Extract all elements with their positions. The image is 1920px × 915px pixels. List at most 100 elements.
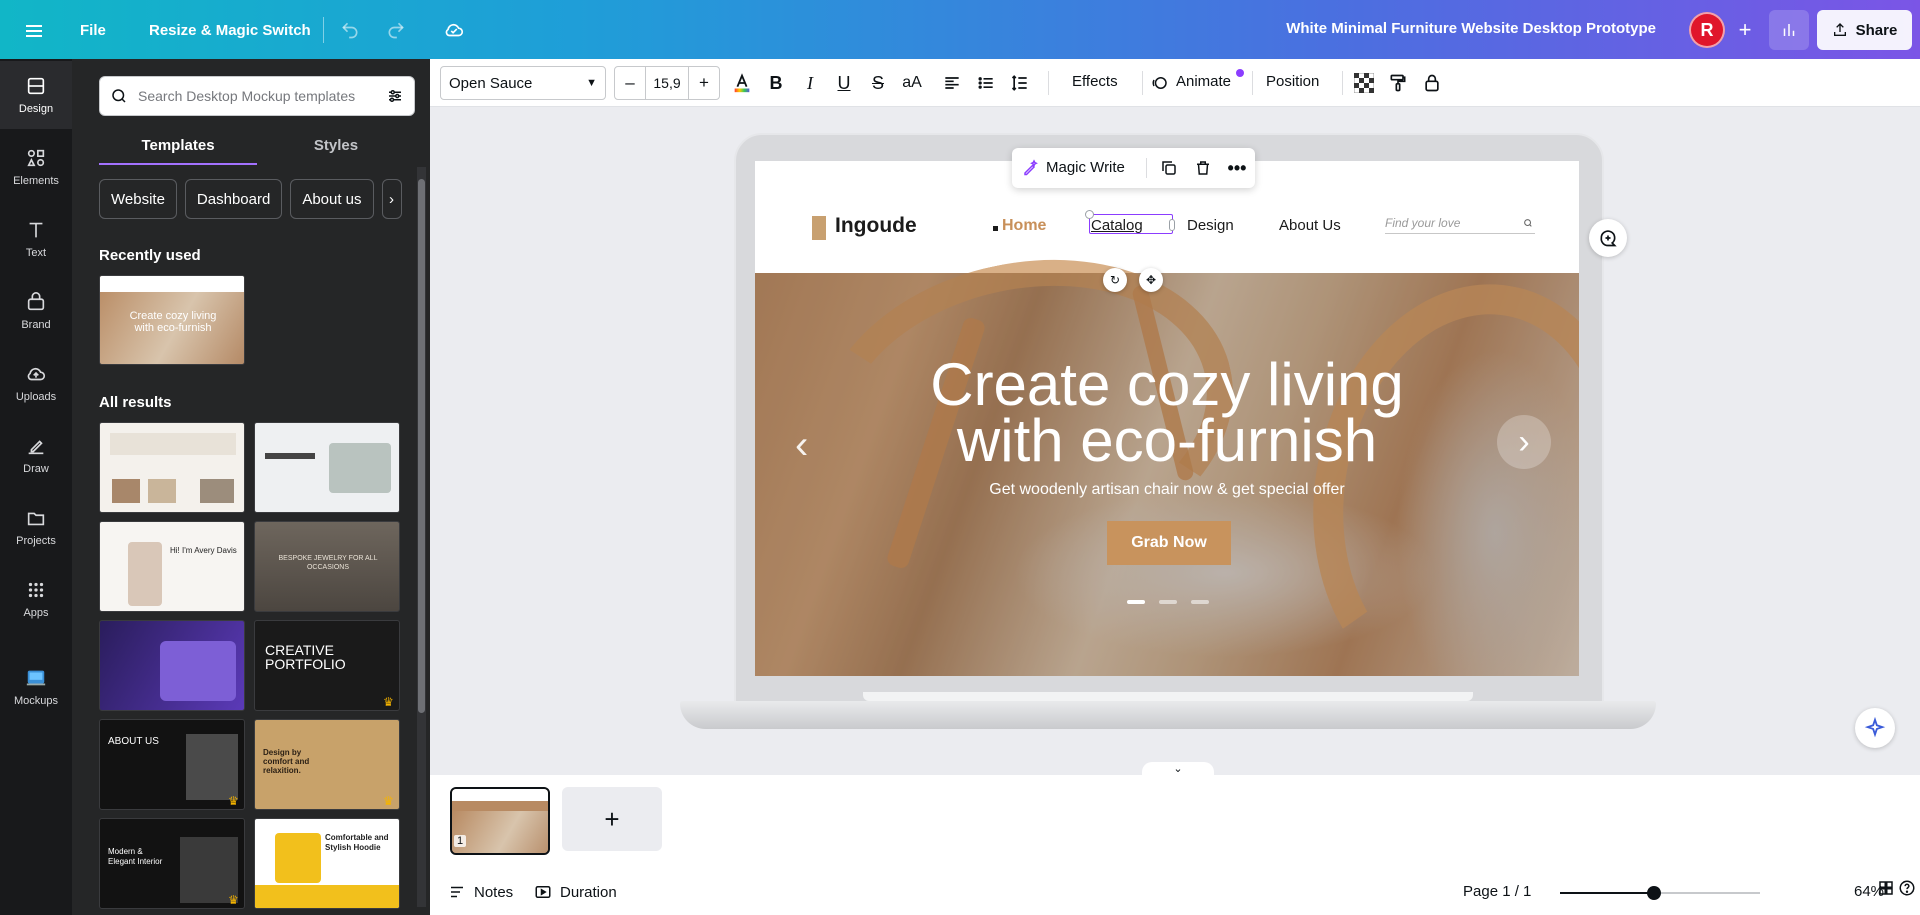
nav-active-dot [993,226,998,231]
website-mockup-screen[interactable]: Ingoude Home Catalog Design About Us Fin… [755,161,1579,676]
font-family-select[interactable]: Open Sauce ▼ [440,66,606,100]
document-title[interactable]: White Minimal Furniture Website Desktop … [1286,20,1656,37]
grab-now-button[interactable]: Grab Now [1107,521,1231,565]
duration-button[interactable]: Duration [534,883,617,901]
site-logo[interactable]: Ingoude [835,214,917,238]
increase-size-button[interactable]: + [689,73,719,93]
insights-button[interactable] [1769,10,1809,50]
template-thumb[interactable]: Modern & Elegant Interior ♛ [99,818,245,909]
chip-about-us[interactable]: About us [290,179,374,219]
page-indicator[interactable]: Page 1 / 1 [1463,883,1531,900]
align-left-icon[interactable] [938,69,966,97]
bold-icon[interactable]: B [762,69,790,97]
font-size-value[interactable]: 15,9 [645,67,689,99]
text-color-icon[interactable] [728,69,756,97]
carousel-dot[interactable] [1191,600,1209,604]
effects-button[interactable]: Effects [1072,73,1118,90]
undo-icon[interactable] [334,14,366,46]
duration-label: Duration [560,883,617,901]
duplicate-icon[interactable] [1157,156,1181,180]
recent-template-thumb[interactable]: Create cozy living with eco-furnish [99,275,245,365]
lock-icon[interactable] [1418,69,1446,97]
rail-label: Elements [13,175,59,187]
line-spacing-icon[interactable] [1006,69,1034,97]
hero-title-line1: Create cozy living [930,351,1404,418]
move-handle-icon[interactable]: ✥ [1139,268,1163,292]
selection-handle[interactable] [1085,210,1094,219]
font-size-stepper[interactable]: – 15,9 + [614,66,720,100]
zoom-slider-knob[interactable] [1646,886,1661,900]
delete-icon[interactable] [1191,156,1215,180]
rail-item-uploads[interactable]: Uploads [0,349,72,417]
rail-item-elements[interactable]: Elements [0,133,72,201]
template-thumb[interactable] [99,620,245,711]
uploads-icon [27,367,46,381]
letter-case-icon[interactable]: aA [898,69,926,97]
rail-item-apps[interactable]: Apps [0,565,72,633]
decrease-size-button[interactable]: – [615,73,645,93]
tab-templates[interactable]: Templates [99,129,257,165]
cloud-saved-icon[interactable] [438,14,470,46]
grid-view-icon[interactable] [1877,879,1895,897]
rail-item-brand[interactable]: Brand [0,277,72,345]
search-input[interactable]: Search Desktop Mockup templates [138,88,386,104]
user-avatar[interactable]: R [1689,12,1725,48]
chip-website[interactable]: Website [99,179,177,219]
menu-button[interactable] [16,12,52,48]
hero-title[interactable]: Create cozy living with eco-furnish [755,351,1579,471]
search-icon [112,89,126,103]
more-options-icon[interactable]: ••• [1225,156,1249,180]
template-thumb[interactable]: Design by comfort and relaxition. ♛ [254,719,400,810]
file-menu-button[interactable]: File [68,10,118,50]
notes-button[interactable]: Notes [448,883,513,901]
rail-item-projects[interactable]: Projects [0,493,72,561]
rail-item-text[interactable]: Text [0,205,72,273]
template-search[interactable]: Search Desktop Mockup templates [99,76,415,116]
tab-styles[interactable]: Styles [257,129,415,165]
add-page-button[interactable]: + [562,787,662,851]
collapse-pages-chevron-icon[interactable]: ⌄ [1142,762,1214,778]
underline-icon[interactable]: U [830,69,858,97]
chip-dashboard[interactable]: Dashboard [184,179,283,219]
add-comment-icon[interactable] [1589,219,1627,257]
position-button[interactable]: Position [1266,73,1319,90]
nav-home[interactable]: Home [1002,217,1046,235]
resize-magic-switch-button[interactable]: Resize & Magic Switch [137,10,323,50]
rotate-handle-icon[interactable]: ↻ [1103,268,1127,292]
rail-item-mockups[interactable]: Mockups [0,653,72,721]
chevron-right-icon[interactable]: › [381,179,402,219]
invite-plus-icon[interactable]: + [1727,12,1763,48]
redo-icon[interactable] [380,14,412,46]
template-thumb[interactable] [254,422,400,513]
panel-scroll-thumb[interactable] [418,179,425,713]
selection-handle[interactable] [1169,219,1175,231]
nav-about-us[interactable]: About Us [1279,217,1341,234]
strikethrough-icon[interactable]: S [864,69,892,97]
paint-roller-icon[interactable] [1384,69,1412,97]
transparency-icon[interactable] [1350,69,1378,97]
selection-box[interactable] [1089,214,1173,234]
animate-button[interactable]: Animate [1176,73,1231,90]
nav-design[interactable]: Design [1187,217,1234,234]
rail-label: Design [18,103,54,115]
carousel-dot[interactable] [1159,600,1177,604]
filter-icon[interactable] [386,87,404,105]
template-thumb[interactable]: CREATIVE PORTFOLIO ♛ [254,620,400,711]
template-thumb[interactable]: Hi! I'm Avery Davis [99,521,245,612]
template-thumb[interactable] [99,422,245,513]
rail-item-draw[interactable]: Draw [0,421,72,489]
hero-subtitle[interactable]: Get woodenly artisan chair now & get spe… [755,481,1579,499]
list-icon[interactable] [972,69,1000,97]
template-thumb[interactable]: ABOUT US ♛ [99,719,245,810]
share-button[interactable]: Share [1817,10,1912,50]
carousel-dot[interactable] [1127,600,1145,604]
italic-icon[interactable]: I [796,69,824,97]
thumb-block [200,479,234,503]
template-thumb[interactable]: Comfortable and Stylish Hoodie [254,818,400,909]
template-thumb[interactable]: BESPOKE JEWELRY FOR ALL OCCASIONS [254,521,400,612]
site-search-field[interactable]: Find your love [1385,216,1535,234]
help-icon[interactable] [1898,879,1916,897]
magic-write-button[interactable]: Magic Write [1022,158,1125,176]
rail-item-design[interactable]: Design [0,61,72,129]
magic-assistant-icon[interactable] [1855,708,1895,748]
